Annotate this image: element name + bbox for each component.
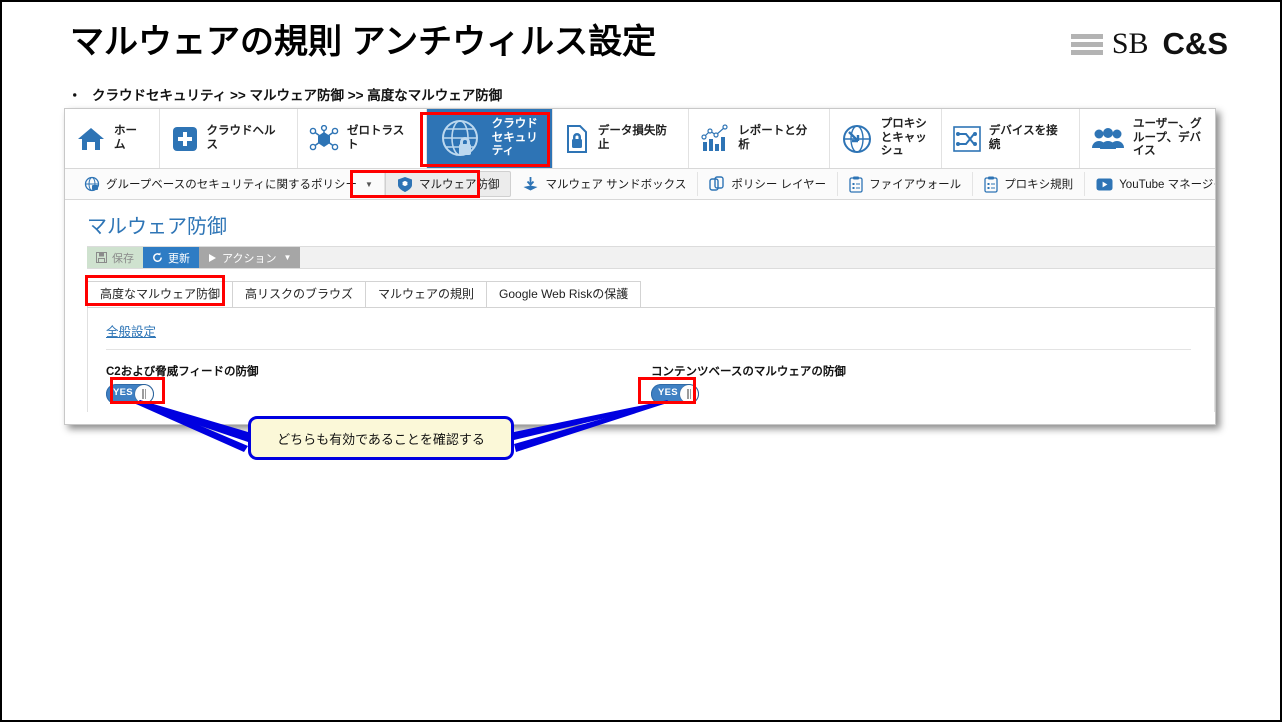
save-icon bbox=[96, 252, 107, 263]
nav-label: クラウドセキュリティ bbox=[491, 118, 538, 158]
shield-icon bbox=[397, 176, 412, 192]
app-screenshot: ホーム クラウドヘルス ゼロトラスト クラウドセキュリティ データ損失防止 レポ… bbox=[64, 108, 1216, 425]
shuffle-icon bbox=[953, 125, 981, 152]
breadcrumb: ・クラウドセキュリティ >> マルウェア防御 >> 高度なマルウェア防御 bbox=[68, 84, 502, 104]
subnav-label: ファイアウォール bbox=[869, 179, 962, 191]
nav-item-connect-devices[interactable]: デバイスを接続 bbox=[942, 109, 1081, 168]
nav-label: レポートと分析 bbox=[738, 124, 808, 151]
subnav-label: マルウェア サンドボックス bbox=[545, 179, 687, 191]
plus-cross-icon bbox=[172, 126, 197, 151]
tab-high-risk-browsing[interactable]: 高リスクのブラウズ bbox=[232, 281, 367, 307]
globe-lock-icon bbox=[441, 119, 478, 156]
nav-label: ユーザー、グループ、デバイス bbox=[1133, 118, 1202, 158]
clipboard-icon bbox=[984, 176, 998, 193]
subnav-item-group-policy[interactable]: グループベースのセキュリティに関するポリシー ▼ bbox=[73, 172, 385, 196]
section-general-settings[interactable]: 全般設定 bbox=[106, 321, 156, 340]
tab-google-web-risk[interactable]: Google Web Riskの保護 bbox=[486, 281, 642, 307]
nav-item-proxy-cache[interactable]: プロキシとキャッシュ bbox=[830, 109, 942, 168]
video-icon bbox=[1096, 178, 1113, 190]
save-label: 保存 bbox=[112, 252, 134, 265]
toggle-value: YES bbox=[658, 387, 678, 398]
refresh-label: 更新 bbox=[168, 252, 190, 265]
nav-item-reports-analytics[interactable]: レポートと分析 bbox=[689, 109, 830, 168]
refresh-button[interactable]: 更新 bbox=[143, 247, 199, 268]
action-label: アクション bbox=[222, 252, 277, 265]
subnav-label: プロキシ規則 bbox=[1004, 179, 1074, 191]
users-icon bbox=[1092, 127, 1125, 149]
section-divider bbox=[106, 349, 1191, 350]
tab-advanced-malware-defense[interactable]: 高度なマルウェア防御 bbox=[87, 281, 234, 307]
subnav-item-malware-sandbox[interactable]: マルウェア サンドボックス bbox=[511, 172, 699, 196]
action-toolbar: 保存 更新 アクション ▼ bbox=[87, 246, 1215, 269]
globe-lock-small-icon bbox=[84, 176, 100, 192]
setting-label: コンテンツベースのマルウェアの防御 bbox=[651, 366, 846, 378]
home-icon bbox=[78, 127, 104, 150]
nav-label: ホーム bbox=[114, 124, 137, 151]
subnav-label: マルウェア防御 bbox=[418, 179, 500, 191]
play-icon bbox=[209, 253, 216, 262]
breadcrumb-bullet: ・ bbox=[68, 88, 82, 103]
setting-c2-threat-feed: C2および脅威フィードの防御 YES bbox=[106, 363, 651, 409]
bar-chart-icon bbox=[701, 123, 728, 151]
subnav-label: ポリシー レイヤー bbox=[731, 179, 827, 191]
sub-navigation: グループベースのセキュリティに関するポリシー ▼ マルウェア防御 マルウェア サ… bbox=[65, 169, 1215, 200]
action-button[interactable]: アクション ▼ bbox=[199, 247, 301, 268]
nav-item-cloud-security[interactable]: クラウドセキュリティ bbox=[426, 109, 553, 168]
subnav-label: YouTube マネージャー bbox=[1119, 179, 1215, 191]
nav-label: ゼロトラスト bbox=[346, 124, 405, 151]
tab-malware-rules[interactable]: マルウェアの規則 bbox=[365, 281, 488, 307]
save-button[interactable]: 保存 bbox=[87, 247, 143, 268]
logo-cs-text: C&S bbox=[1162, 26, 1228, 61]
subnav-label: グループベースのセキュリティに関するポリシー bbox=[106, 179, 358, 191]
toggle-knob bbox=[680, 385, 698, 403]
settings-grid: C2および脅威フィードの防御 YES コンテンツベースのマルウェアの防御 YES bbox=[106, 363, 1214, 409]
subnav-item-youtube-manager[interactable]: YouTube マネージャー bbox=[1085, 172, 1215, 196]
nav-item-home[interactable]: ホーム bbox=[65, 109, 160, 168]
nav-label: デバイスを接続 bbox=[988, 124, 1058, 151]
page-title: マルウェアの規則 アンチウィルス設定 bbox=[70, 23, 657, 61]
chevron-down-icon: ▼ bbox=[365, 179, 373, 189]
toggle-c2-threat-feed[interactable]: YES bbox=[106, 384, 154, 404]
setting-label: C2および脅威フィードの防御 bbox=[106, 366, 259, 378]
tab-bar: 高度なマルウェア防御 高リスクのブラウズ マルウェアの規則 Google Web… bbox=[87, 281, 1215, 308]
refresh-icon bbox=[153, 252, 162, 262]
nav-label: クラウドヘルス bbox=[206, 124, 276, 151]
nav-item-data-loss-prevention[interactable]: データ損失防止 bbox=[553, 109, 690, 168]
layers-icon bbox=[709, 176, 725, 191]
callout-text: どちらも有効であることを確認する bbox=[277, 431, 485, 447]
nav-item-users-groups-devices[interactable]: ユーザー、グループ、デバイス bbox=[1080, 109, 1215, 168]
clipboard-icon bbox=[849, 176, 863, 193]
toggle-value: YES bbox=[113, 387, 133, 398]
top-navigation: ホーム クラウドヘルス ゼロトラスト クラウドセキュリティ データ損失防止 レポ… bbox=[65, 109, 1215, 169]
page-header: マルウェア防御 保存 更新 アクション ▼ bbox=[65, 200, 1215, 269]
app-page-title: マルウェア防御 bbox=[87, 216, 227, 238]
globe-arrow-icon bbox=[842, 124, 871, 153]
nav-label: データ損失防止 bbox=[597, 124, 667, 151]
breadcrumb-text: クラウドセキュリティ >> マルウェア防御 >> 高度なマルウェア防御 bbox=[92, 88, 503, 103]
settings-panel: 全般設定 C2および脅威フィードの防御 YES コンテンツベースのマルウェアの防… bbox=[87, 308, 1215, 412]
subnav-item-proxy-rules[interactable]: プロキシ規則 bbox=[973, 172, 1086, 196]
nav-label: プロキシとキャッシュ bbox=[880, 118, 927, 158]
sbcs-logo: SB C&S bbox=[1070, 26, 1228, 62]
subnav-item-malware-defense[interactable]: マルウェア防御 bbox=[384, 171, 512, 197]
callout-box: どちらも有効であることを確認する bbox=[248, 416, 514, 460]
toggle-content-based-malware[interactable]: YES bbox=[651, 384, 699, 404]
logo-sb-text: SB bbox=[1111, 27, 1149, 60]
subnav-item-policy-layers[interactable]: ポリシー レイヤー bbox=[698, 172, 839, 196]
subnav-item-firewall[interactable]: ファイアウォール bbox=[838, 172, 974, 196]
nav-item-zero-trust[interactable]: ゼロトラスト bbox=[298, 109, 427, 168]
network-nodes-icon bbox=[309, 124, 339, 150]
logo-bars-icon bbox=[1070, 33, 1103, 55]
setting-content-based-malware: コンテンツベースのマルウェアの防御 YES bbox=[651, 363, 1196, 409]
chevron-down-icon: ▼ bbox=[283, 253, 292, 262]
toggle-knob bbox=[135, 385, 153, 403]
document-lock-icon bbox=[566, 124, 587, 153]
nav-item-cloud-health[interactable]: クラウドヘルス bbox=[160, 109, 298, 168]
sandbox-icon bbox=[523, 177, 538, 191]
